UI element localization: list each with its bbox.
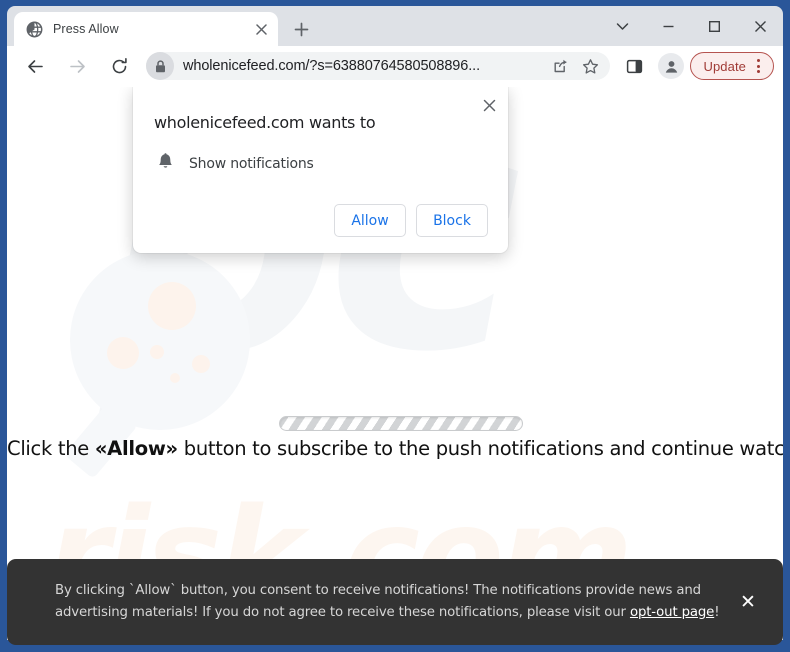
maximize-button[interactable] — [691, 10, 737, 43]
update-button[interactable]: Update — [690, 52, 774, 80]
notification-permission-dialog: wholenicefeed.com wants to Show notifica… — [133, 87, 508, 253]
loading-progress-bar — [279, 416, 523, 431]
address-bar[interactable]: wholenicefeed.com/?s=63880764580508896..… — [146, 52, 611, 80]
dialog-permission-row: Show notifications — [157, 152, 488, 175]
page-message-highlight: «Allow» — [94, 437, 178, 460]
browser-toolbar: wholenicefeed.com/?s=63880764580508896..… — [7, 46, 783, 87]
lock-icon[interactable] — [146, 52, 174, 80]
browser-tab[interactable]: Press Allow — [14, 12, 278, 46]
reload-button[interactable] — [104, 51, 134, 81]
watermark-dot — [107, 337, 139, 369]
omnibox-actions — [542, 52, 604, 80]
close-window-button[interactable] — [737, 10, 783, 43]
side-panel-icon[interactable] — [619, 51, 649, 81]
permission-label: Show notifications — [189, 155, 314, 172]
watermark-lens-shape — [70, 250, 250, 430]
url-text[interactable]: wholenicefeed.com/?s=63880764580508896..… — [174, 58, 542, 74]
consent-text-part2: ! — [714, 605, 720, 620]
tab-strip: Press Allow — [7, 6, 783, 46]
page-message-suffix: button to subscribe to the push notifica… — [177, 437, 783, 460]
new-tab-button[interactable] — [286, 14, 316, 44]
dialog-title: wholenicefeed.com wants to — [154, 113, 376, 132]
page-message-prefix: Click the — [7, 437, 95, 460]
back-button[interactable] — [20, 51, 50, 81]
watermark-dot — [150, 345, 164, 359]
block-button[interactable]: Block — [416, 204, 488, 237]
opt-out-page-link[interactable]: opt-out page — [630, 605, 714, 620]
minimize-button[interactable] — [645, 10, 691, 43]
plus-icon — [294, 22, 308, 36]
dialog-actions: Allow Block — [153, 204, 488, 237]
tab-title: Press Allow — [53, 22, 119, 36]
forward-button[interactable] — [62, 51, 92, 81]
page-viewport: pc risk.com Click the «Allow» button to … — [7, 87, 783, 640]
consent-notification-bar: By clicking `Allow` button, you consent … — [7, 559, 783, 645]
back-arrow-icon — [27, 59, 43, 73]
tab-search-button[interactable] — [599, 10, 645, 43]
watermark-dot — [148, 282, 196, 330]
page-message: Click the «Allow» button to subscribe to… — [7, 437, 783, 460]
reload-icon — [112, 57, 127, 73]
chevron-down-icon — [616, 22, 628, 30]
consent-text-part1: By clicking `Allow` button, you consent … — [55, 583, 701, 620]
window-controls — [599, 6, 783, 46]
globe-icon — [26, 21, 43, 38]
watermark-dot — [170, 373, 180, 383]
minimize-icon — [663, 25, 673, 27]
toolbar-right: Update — [610, 51, 774, 81]
bell-icon — [157, 152, 174, 175]
maximize-icon — [708, 20, 720, 32]
consent-text: By clicking `Allow` button, you consent … — [55, 580, 723, 623]
update-label: Update — [703, 58, 746, 74]
star-icon[interactable] — [576, 52, 604, 80]
forward-arrow-icon — [69, 59, 85, 73]
dialog-close-icon[interactable] — [478, 94, 500, 116]
allow-button[interactable]: Allow — [334, 204, 406, 237]
consent-close-button[interactable]: ✕ — [731, 585, 765, 619]
profile-avatar-icon[interactable] — [658, 53, 685, 79]
watermark-dot — [192, 355, 210, 373]
browser-window: Press Allow wholenicefeed.com/?s=6388076… — [0, 0, 790, 652]
three-dot-menu-icon[interactable] — [749, 59, 767, 73]
share-icon[interactable] — [546, 52, 574, 80]
tab-close-icon[interactable] — [252, 20, 270, 38]
close-icon — [754, 20, 766, 32]
